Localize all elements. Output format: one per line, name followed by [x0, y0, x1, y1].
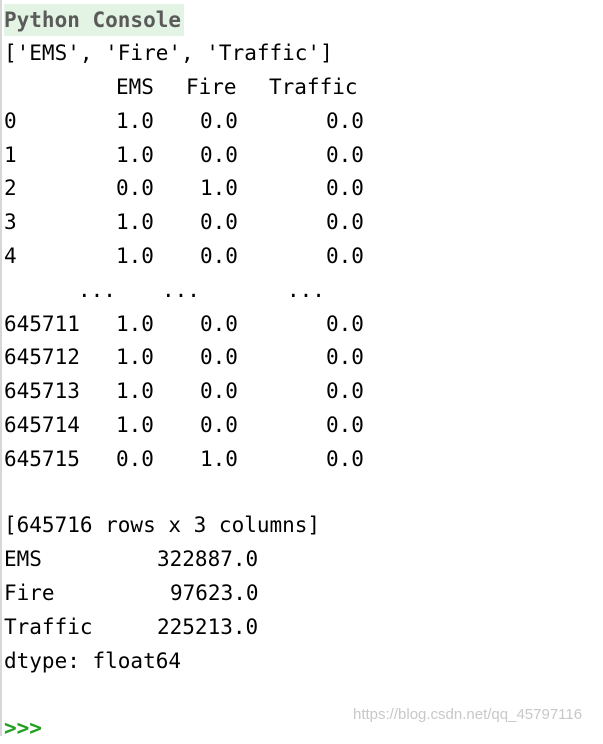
table-row: 0 1.0 0.0 0.0	[4, 105, 424, 137]
series-value: 322887.0	[157, 547, 259, 571]
table-row: 2 0.0 1.0 0.0	[4, 172, 424, 204]
cell-fire: 0.0	[200, 143, 238, 167]
cell-ems: 1.0	[116, 345, 154, 369]
cell-traffic: 0.0	[326, 244, 364, 268]
cell-fire: 1.0	[200, 176, 238, 200]
console-title: Python Console	[4, 4, 185, 36]
dataframe-shape: [645716 rows x 3 columns]	[4, 513, 321, 537]
cell-traffic: 0.0	[326, 413, 364, 437]
cell-fire: ...	[162, 278, 200, 302]
table-row: 645712 1.0 0.0 0.0	[4, 341, 424, 373]
row-index: 3	[4, 210, 17, 234]
table-row: 645714 1.0 0.0 0.0	[4, 409, 424, 441]
cell-ems: 1.0	[116, 244, 154, 268]
cell-fire: 0.0	[200, 210, 238, 234]
table-row: .........	[4, 274, 424, 306]
cell-ems: 1.0	[116, 210, 154, 234]
table-row: 645713 1.0 0.0 0.0	[4, 375, 424, 407]
row-index: 645714	[4, 413, 80, 437]
row-index: 0	[4, 109, 17, 133]
cell-ems: 0.0	[116, 447, 154, 471]
list-output: ['EMS', 'Fire', 'Traffic']	[4, 41, 333, 65]
row-index: 645713	[4, 379, 80, 403]
series-row-ems: EMS 322887.0	[4, 543, 304, 575]
cell-fire: 1.0	[200, 447, 238, 471]
dtype-line: dtype: float64	[4, 649, 182, 673]
row-index: 645715	[4, 447, 80, 471]
cell-traffic: 0.0	[326, 143, 364, 167]
cell-traffic: 0.0	[326, 109, 364, 133]
row-index: 645711	[4, 312, 80, 336]
cell-ems: 1.0	[116, 143, 154, 167]
cell-traffic: 0.0	[326, 447, 364, 471]
cell-traffic: 0.0	[326, 210, 364, 234]
cell-ems: ...	[78, 278, 116, 302]
cell-traffic: 0.0	[326, 379, 364, 403]
table-row: 4 1.0 0.0 0.0	[4, 240, 424, 272]
cell-fire: 0.0	[200, 244, 238, 268]
table-row: 1 1.0 0.0 0.0	[4, 139, 424, 171]
cell-fire: 0.0	[200, 109, 238, 133]
series-row-traffic: Traffic 225213.0	[4, 611, 304, 643]
cell-traffic: ...	[287, 278, 325, 302]
cell-traffic: 0.0	[326, 312, 364, 336]
console-left-border	[0, 0, 2, 736]
series-label: Traffic	[4, 615, 93, 639]
cell-ems: 0.0	[116, 176, 154, 200]
row-index: 645712	[4, 345, 80, 369]
cell-fire: 0.0	[200, 345, 238, 369]
cell-ems: 1.0	[116, 413, 154, 437]
column-header-fire: Fire	[186, 75, 237, 99]
column-header-traffic: Traffic	[269, 75, 358, 99]
series-value: 97623.0	[170, 581, 259, 605]
console-prompt[interactable]: >>>	[4, 712, 42, 744]
series-label: EMS	[4, 547, 42, 571]
row-index: 2	[4, 176, 17, 200]
series-row-fire: Fire 97623.0	[4, 577, 304, 609]
cell-ems: 1.0	[116, 312, 154, 336]
column-header-ems: EMS	[116, 75, 154, 99]
cell-ems: 1.0	[116, 379, 154, 403]
cell-traffic: 0.0	[326, 176, 364, 200]
cell-traffic: 0.0	[326, 345, 364, 369]
watermark: https://blog.csdn.net/qq_45797116	[353, 706, 583, 723]
cell-fire: 0.0	[200, 379, 238, 403]
table-row: 645711 1.0 0.0 0.0	[4, 308, 424, 340]
table-row: 3 1.0 0.0 0.0	[4, 206, 424, 238]
cell-fire: 0.0	[200, 312, 238, 336]
row-index: 1	[4, 143, 17, 167]
row-index: 4	[4, 244, 17, 268]
dataframe-header: EMS Fire Traffic	[4, 71, 424, 103]
cell-ems: 1.0	[116, 109, 154, 133]
series-value: 225213.0	[157, 615, 259, 639]
cell-fire: 0.0	[200, 413, 238, 437]
table-row: 645715 0.0 1.0 0.0	[4, 443, 424, 475]
series-label: Fire	[4, 581, 55, 605]
